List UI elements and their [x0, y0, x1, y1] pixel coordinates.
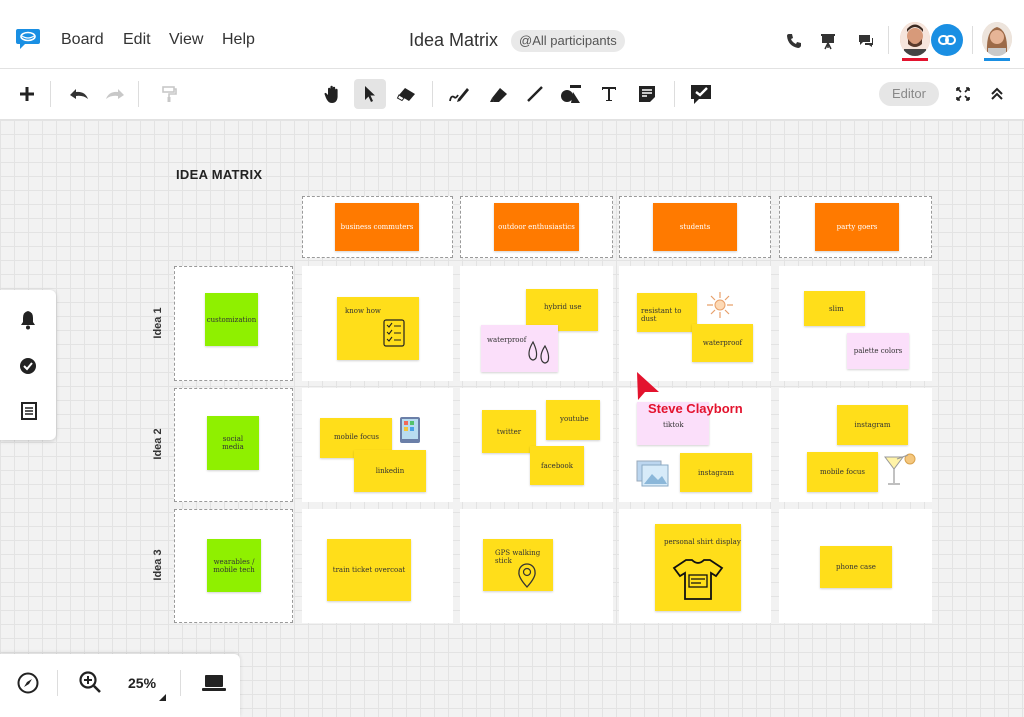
board-title[interactable]: Idea Matrix [409, 30, 498, 51]
sticky-note[interactable]: waterproof [481, 325, 558, 372]
sticky-note[interactable]: youtube [546, 400, 600, 440]
sticky-note[interactable]: palette colors [847, 333, 909, 369]
phone-icon[interactable] [786, 33, 802, 54]
sticky-note[interactable]: waterproof [692, 324, 753, 362]
check-circle-icon[interactable] [19, 357, 37, 380]
menu-view[interactable]: View [169, 31, 203, 49]
sticky-note[interactable]: instagram [680, 453, 752, 492]
location-pin-icon [518, 563, 536, 588]
photos-icon [636, 460, 669, 487]
sticky-note-text: waterproof [487, 336, 527, 344]
sticky-note[interactable]: facebook [530, 446, 584, 485]
bottom-bar: 25% [0, 654, 240, 717]
sticky-note[interactable]: know how [337, 297, 419, 360]
role-badge[interactable]: Editor [879, 82, 939, 106]
divider [888, 26, 889, 54]
add-icon[interactable] [14, 81, 40, 107]
row-topic-note[interactable]: social media [207, 416, 259, 470]
divider [50, 81, 51, 107]
shapes-icon[interactable] [558, 81, 584, 107]
row-label: Idea 1 [152, 307, 164, 339]
divider [57, 670, 58, 696]
sticky-note[interactable]: train ticket overcoat [327, 539, 411, 601]
sticky-note[interactable]: slim [804, 291, 865, 326]
row-topic-note[interactable]: wearables / mobile tech [207, 539, 261, 592]
zoom-in-icon[interactable] [78, 670, 102, 699]
water-drops-icon [528, 340, 550, 364]
text-icon[interactable] [596, 81, 622, 107]
side-panel [0, 290, 56, 440]
redo-icon[interactable] [102, 81, 128, 107]
active-speaker-indicator [902, 58, 928, 61]
sticky-note[interactable]: twitter [482, 410, 536, 453]
select-pointer-icon[interactable] [354, 79, 386, 109]
divider [432, 81, 433, 107]
tshirt-icon [672, 559, 724, 600]
participants-chip[interactable]: @All participants [511, 30, 625, 52]
menu-edit[interactable]: Edit [123, 31, 151, 49]
matrix-title: IDEA MATRIX [176, 167, 263, 182]
column-header-note[interactable]: party goers [815, 203, 899, 251]
fullscreen-icon[interactable] [950, 81, 976, 107]
laptop-icon[interactable] [202, 674, 226, 697]
remote-cursor-label: Steve Clayborn [648, 401, 743, 416]
compass-icon[interactable] [17, 672, 39, 699]
undo-icon[interactable] [66, 81, 92, 107]
column-header-note[interactable]: outdoor enthusiastics [494, 203, 579, 251]
line-icon[interactable] [522, 81, 548, 107]
zoom-dropdown-icon[interactable] [159, 688, 166, 706]
pen-icon[interactable] [446, 81, 472, 107]
sticky-note[interactable]: resistant to dust [637, 293, 697, 332]
avatar[interactable] [900, 22, 930, 56]
sun-icon [707, 292, 733, 318]
menu-board[interactable]: Board [61, 31, 104, 49]
zoom-level[interactable]: 25% [128, 675, 156, 691]
link-icon[interactable] [931, 24, 963, 56]
notes-list-icon[interactable] [21, 402, 37, 425]
eraser-icon[interactable] [394, 81, 420, 107]
self-indicator [984, 58, 1010, 61]
chat-icon[interactable] [857, 33, 875, 54]
row-label: Idea 3 [152, 549, 164, 581]
sticky-note[interactable]: instagram [837, 405, 908, 445]
row-label: Idea 2 [152, 428, 164, 460]
checklist-icon [383, 319, 405, 347]
sticky-note-icon[interactable] [634, 81, 660, 107]
cocktail-icon [884, 453, 916, 485]
app-logo-icon[interactable] [15, 27, 41, 49]
toolbar: Editor [0, 69, 1024, 120]
comment-check-icon[interactable] [688, 81, 714, 107]
notifications-bell-icon[interactable] [19, 310, 37, 335]
divider [180, 670, 181, 696]
menu-bar: Board Edit View Help Idea Matrix @All pa… [0, 0, 1024, 69]
divider [674, 81, 675, 107]
divider [972, 26, 973, 54]
sticky-note[interactable]: GPS walking stick [483, 539, 553, 591]
hand-icon[interactable] [320, 81, 346, 107]
format-painter-icon[interactable] [156, 81, 182, 107]
sticky-note[interactable]: linkedin [354, 450, 426, 492]
tablet-icon [400, 417, 420, 443]
column-header-note[interactable]: business commuters [335, 203, 419, 251]
highlighter-icon[interactable] [486, 81, 512, 107]
remote-cursor-icon [637, 372, 659, 400]
menu-help[interactable]: Help [222, 31, 255, 49]
collapse-icon[interactable] [984, 81, 1010, 107]
sticky-note[interactable]: personal shirt display [655, 524, 741, 611]
sticky-note[interactable]: mobile focus [807, 452, 878, 492]
presentation-icon[interactable] [820, 32, 836, 55]
sticky-note-text: personal shirt display [664, 538, 741, 546]
divider [138, 81, 139, 107]
sticky-note[interactable]: phone case [820, 546, 892, 588]
avatar[interactable] [982, 22, 1012, 56]
row-topic-note[interactable]: customization [205, 293, 258, 346]
column-header-note[interactable]: students [653, 203, 737, 251]
sticky-note-text: know how [345, 307, 381, 315]
